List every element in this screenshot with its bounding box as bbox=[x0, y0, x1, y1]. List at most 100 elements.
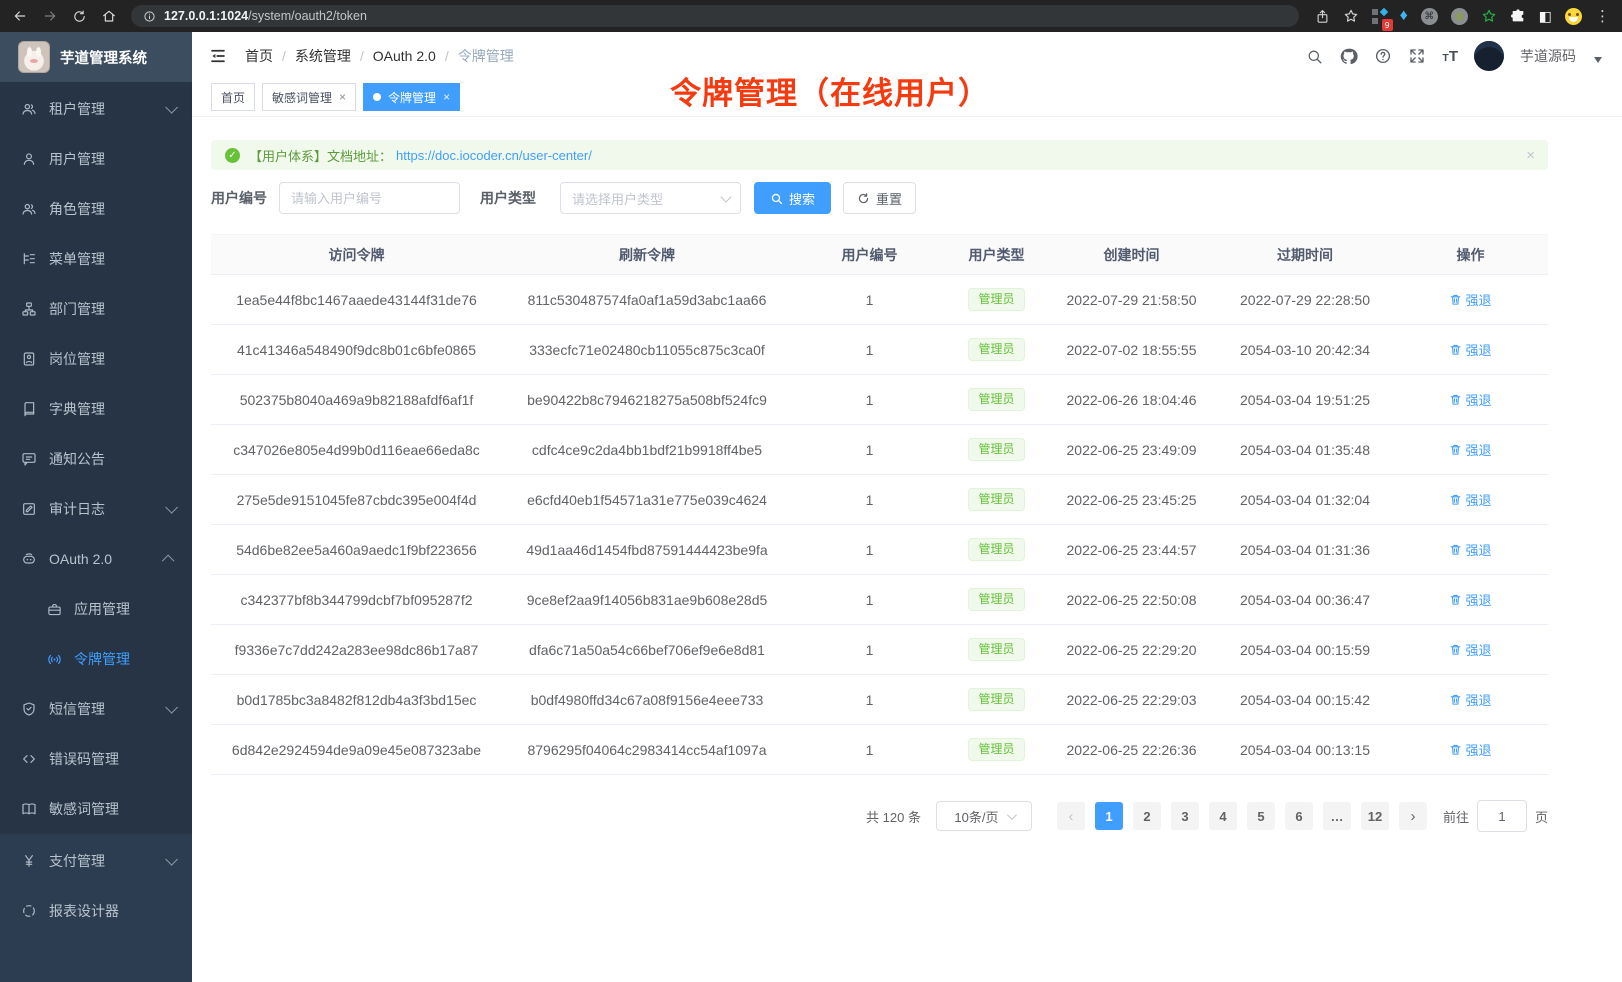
page-unit-label: 页 bbox=[1535, 807, 1548, 826]
sidebar-menu-bottom: 支付管理报表设计器 bbox=[0, 834, 192, 982]
sidebar-item-岗位管理[interactable]: 岗位管理 bbox=[0, 334, 192, 384]
sidebar-item-应用管理[interactable]: 应用管理 bbox=[0, 584, 192, 634]
page-button-1[interactable]: 1 bbox=[1095, 802, 1123, 830]
tab-令牌管理[interactable]: 令牌管理× bbox=[363, 83, 460, 111]
table-cell: f9336e7c7dd242a283ee98dc86b17a87 bbox=[211, 625, 502, 675]
tab-close-icon[interactable]: × bbox=[443, 90, 450, 104]
sidebar-item-审计日志[interactable]: 审计日志 bbox=[0, 484, 192, 534]
sidebar-item-租户管理[interactable]: 租户管理 bbox=[0, 84, 192, 134]
sidebar-item-label: 部门管理 bbox=[49, 299, 105, 319]
puzzle-extensions-icon[interactable] bbox=[1510, 8, 1526, 24]
goto-page-input[interactable] bbox=[1477, 800, 1527, 832]
page-button-2[interactable]: 2 bbox=[1133, 802, 1161, 830]
user-type-select[interactable]: 请选择用户类型 bbox=[560, 182, 741, 214]
page-button-6[interactable]: 6 bbox=[1285, 802, 1313, 830]
page-button-5[interactable]: 5 bbox=[1247, 802, 1275, 830]
force-logout-button[interactable]: 强退 bbox=[1449, 690, 1491, 709]
gem-extension-icon[interactable]: ♦ bbox=[1400, 8, 1408, 24]
force-logout-button[interactable]: 强退 bbox=[1449, 490, 1491, 509]
table-row: c347026e805e4d99b0d116eae66eda8ccdfc4ce9… bbox=[211, 425, 1548, 475]
star-extension-icon[interactable] bbox=[1481, 8, 1497, 24]
breadcrumb-item[interactable]: 系统管理 bbox=[295, 46, 351, 66]
back-icon[interactable] bbox=[12, 8, 28, 24]
page-button-12[interactable]: 12 bbox=[1361, 802, 1389, 830]
force-logout-button[interactable]: 强退 bbox=[1449, 440, 1491, 459]
token-table: 访问令牌刷新令牌用户编号用户类型创建时间过期时间操作 1ea5e44f8bc14… bbox=[211, 234, 1548, 775]
sidebar-item-敏感词管理[interactable]: 敏感词管理 bbox=[0, 784, 192, 834]
share-icon[interactable] bbox=[1315, 9, 1330, 24]
sidebar-item-字典管理[interactable]: 字典管理 bbox=[0, 384, 192, 434]
search-button[interactable]: 搜索 bbox=[754, 182, 831, 214]
sidebar-item-错误码管理[interactable]: 错误码管理 bbox=[0, 734, 192, 784]
force-logout-button[interactable]: 强退 bbox=[1449, 740, 1491, 759]
browser-menu-icon[interactable]: ⋮ bbox=[1595, 7, 1610, 25]
sidepanel-icon[interactable]: ◧ bbox=[1539, 9, 1552, 23]
sidebar-item-角色管理[interactable]: 角色管理 bbox=[0, 184, 192, 234]
sidebar-item-部门管理[interactable]: 部门管理 bbox=[0, 284, 192, 334]
search-icon[interactable] bbox=[1306, 48, 1323, 65]
page-size-select[interactable]: 10条/页 bbox=[936, 801, 1032, 831]
table-row: f9336e7c7dd242a283ee98dc86b17a87dfa6c71a… bbox=[211, 625, 1548, 675]
next-page-icon[interactable]: › bbox=[1399, 802, 1427, 830]
sidebar-item-OAuth 2.0[interactable]: OAuth 2.0 bbox=[0, 534, 192, 584]
page-button-3[interactable]: 3 bbox=[1171, 802, 1199, 830]
table-cell: 2054-03-04 01:32:04 bbox=[1217, 475, 1393, 525]
force-logout-button[interactable]: 强退 bbox=[1449, 590, 1491, 609]
breadcrumb-item[interactable]: 首页 bbox=[245, 46, 273, 66]
info-icon[interactable] bbox=[143, 10, 156, 23]
sidebar-fold-icon[interactable] bbox=[209, 47, 227, 65]
table-cell: 管理员 bbox=[947, 325, 1046, 375]
table-header-row: 访问令牌刷新令牌用户编号用户类型创建时间过期时间操作 bbox=[211, 235, 1548, 275]
fullscreen-icon[interactable] bbox=[1408, 47, 1426, 65]
force-logout-label: 强退 bbox=[1465, 390, 1491, 409]
alert-doc-link[interactable]: https://doc.iocoder.cn/user-center/ bbox=[396, 148, 592, 163]
sidebar-item-支付管理[interactable]: 支付管理 bbox=[0, 836, 192, 886]
page-button-4[interactable]: 4 bbox=[1209, 802, 1237, 830]
sidebar-item-菜单管理[interactable]: 菜单管理 bbox=[0, 234, 192, 284]
user-type-placeholder: 请选择用户类型 bbox=[572, 189, 663, 208]
reset-button[interactable]: 重置 bbox=[843, 182, 916, 214]
user-id-input[interactable] bbox=[279, 182, 460, 214]
force-logout-button[interactable]: 强退 bbox=[1449, 390, 1491, 409]
user-menu-caret-icon[interactable] bbox=[1594, 57, 1602, 63]
bookmark-star-icon[interactable] bbox=[1343, 8, 1359, 24]
breadcrumb-item[interactable]: OAuth 2.0 bbox=[373, 48, 436, 64]
sidebar-item-报表设计器[interactable]: 报表设计器 bbox=[0, 886, 192, 936]
url-host: 127.0.0.1:1024 bbox=[164, 9, 248, 23]
command-extension-icon[interactable]: ⌘ bbox=[1421, 8, 1438, 25]
sidebar-item-通知公告[interactable]: 通知公告 bbox=[0, 434, 192, 484]
tab-敏感词管理[interactable]: 敏感词管理× bbox=[262, 83, 356, 111]
table-cell: b0d1785bc3a8482f812db4a3f3bd15ec bbox=[211, 675, 502, 725]
reload-icon[interactable] bbox=[72, 9, 87, 24]
briefcase-icon bbox=[46, 602, 62, 617]
sidebar-item-短信管理[interactable]: 短信管理 bbox=[0, 684, 192, 734]
prev-page-icon[interactable]: ‹ bbox=[1057, 802, 1085, 830]
sidebar-item-用户管理[interactable]: 用户管理 bbox=[0, 134, 192, 184]
tab-首页[interactable]: 首页 bbox=[211, 83, 255, 111]
sidebar-item-令牌管理[interactable]: 令牌管理 bbox=[0, 634, 192, 684]
force-logout-button[interactable]: 强退 bbox=[1449, 290, 1491, 309]
sidebar-item-label: 支付管理 bbox=[49, 851, 105, 871]
help-icon[interactable] bbox=[1374, 47, 1392, 65]
tab-close-icon[interactable]: × bbox=[339, 90, 346, 104]
force-logout-button[interactable]: 强退 bbox=[1449, 340, 1491, 359]
table-cell-actions: 强退 bbox=[1393, 475, 1548, 525]
breadcrumb-item: 令牌管理 bbox=[458, 46, 514, 66]
alert-close-icon[interactable]: × bbox=[1526, 147, 1535, 164]
profile-avatar-icon[interactable] bbox=[1565, 8, 1582, 25]
forward-icon[interactable] bbox=[42, 8, 58, 24]
sidebar-item-label: 菜单管理 bbox=[49, 249, 105, 269]
github-icon[interactable] bbox=[1339, 47, 1358, 66]
user-avatar[interactable] bbox=[1474, 41, 1504, 71]
table-cell-actions: 强退 bbox=[1393, 575, 1548, 625]
url-bar[interactable]: 127.0.0.1:1024/system/oauth2/token bbox=[131, 5, 1299, 27]
app-logo-bar[interactable]: 芋道管理系统 bbox=[0, 32, 192, 82]
recorder-extension-icon[interactable] bbox=[1451, 8, 1468, 25]
extension-grid-icon[interactable]: 9 bbox=[1372, 9, 1387, 24]
force-logout-button[interactable]: 强退 bbox=[1449, 640, 1491, 659]
force-logout-button[interactable]: 强退 bbox=[1449, 540, 1491, 559]
font-size-icon[interactable]: TT bbox=[1442, 49, 1458, 64]
home-icon[interactable] bbox=[101, 8, 117, 24]
page-ellipsis[interactable]: … bbox=[1323, 802, 1351, 830]
user-name[interactable]: 芋道源码 bbox=[1520, 46, 1576, 66]
